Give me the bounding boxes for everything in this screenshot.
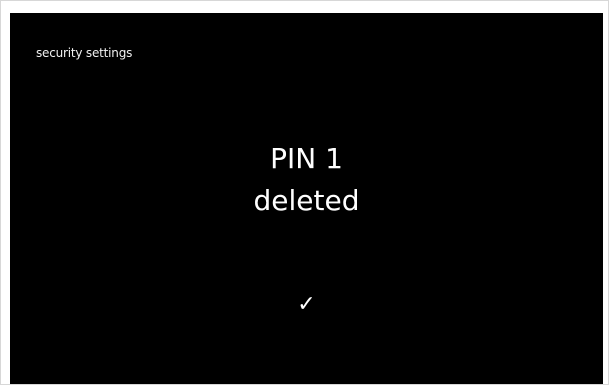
window-frame: security settings PIN 1 deleted ✓ [0, 0, 609, 385]
display-screen: security settings PIN 1 deleted ✓ [10, 13, 603, 384]
screen-title: security settings [36, 46, 133, 60]
status-message: PIN 1 deleted [10, 138, 603, 222]
checkmark-icon[interactable]: ✓ [10, 293, 603, 317]
message-line-pin: PIN 1 [270, 142, 343, 175]
message-line-status: deleted [253, 184, 360, 217]
